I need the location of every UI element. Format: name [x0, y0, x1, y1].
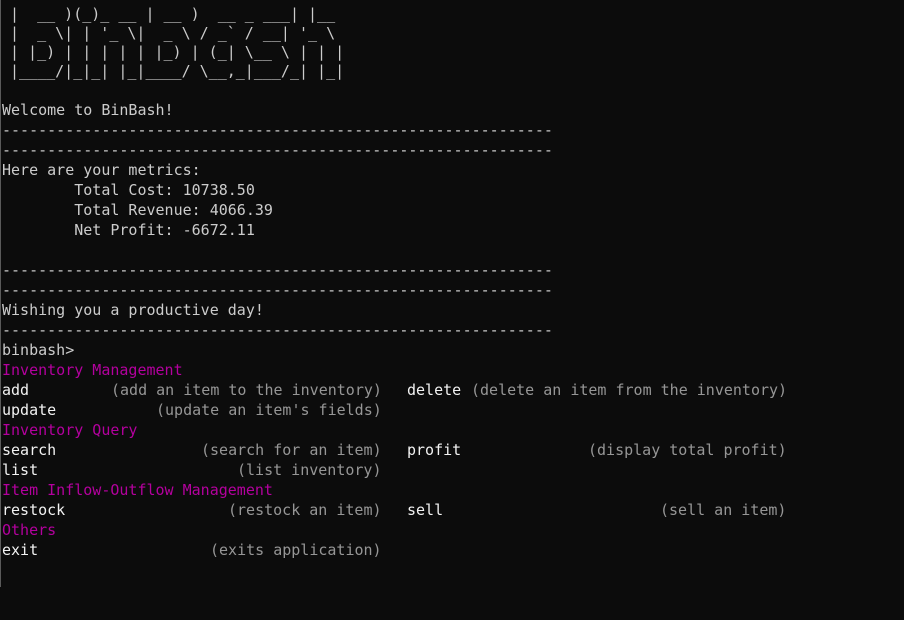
- metrics-heading: Here are your metrics:: [2, 161, 201, 179]
- command-add: add: [2, 381, 30, 399]
- divider: ----------------------------------------…: [2, 261, 553, 279]
- metric-total-revenue: Total Revenue: 4066.39: [2, 201, 273, 219]
- command-prompt[interactable]: binbash>: [2, 340, 74, 360]
- wish-message: Wishing you a productive day!: [2, 301, 264, 319]
- command-profit: profit: [407, 441, 462, 459]
- command-restock: restock: [2, 501, 66, 519]
- help-row: restock (restock an item) sell (sell an …: [2, 500, 902, 520]
- command-add-description: (add an item to the inventory): [111, 381, 382, 399]
- command-search-description: (search for an item): [201, 441, 382, 459]
- command-delete: delete: [407, 381, 462, 399]
- divider: ----------------------------------------…: [2, 121, 553, 139]
- divider: ----------------------------------------…: [2, 281, 553, 299]
- command-update: update: [2, 401, 57, 419]
- command-update-description: (update an item's fields): [156, 401, 382, 419]
- command-list: list: [2, 461, 39, 479]
- ascii-logo-line-4: |____/|_|_| |_|____/ \__,_|___/_| |_|: [10, 62, 345, 80]
- command-sell-description: (sell an item): [660, 501, 787, 519]
- help-row: search (search for an item) profit (disp…: [2, 440, 902, 460]
- welcome-message: Welcome to BinBash!: [2, 101, 174, 119]
- command-restock-description: (restock an item): [228, 501, 382, 519]
- help-row: update (update an item's fields): [2, 400, 902, 420]
- metric-net-profit: Net Profit: -6672.11: [2, 221, 255, 239]
- category-item-inflow-outflow: Item Inflow-Outflow Management: [2, 481, 273, 499]
- help-row: list (list inventory): [2, 460, 902, 480]
- terminal-window[interactable]: | __ )(_)_ __ | __ ) __ _ ___| |__ | _ \…: [0, 0, 904, 587]
- category-inventory-management: Inventory Management: [2, 361, 183, 379]
- command-sell: sell: [407, 501, 444, 519]
- ascii-logo-line-2: | _ \| | '_ \| _ \ / _` / __| '_ \: [10, 24, 336, 42]
- divider: ----------------------------------------…: [2, 141, 553, 159]
- command-search: search: [2, 441, 57, 459]
- command-profit-description: (display total profit): [588, 441, 787, 459]
- command-exit: exit: [2, 541, 39, 559]
- command-list-description: (list inventory): [237, 461, 382, 479]
- category-others: Others: [2, 521, 57, 539]
- ascii-logo-line-3: | |_) | | | | | |_) | (_| \__ \ | | |: [10, 43, 345, 61]
- divider: ----------------------------------------…: [2, 321, 553, 339]
- help-row: exit (exits application): [2, 540, 902, 560]
- help-row: add (add an item to the inventory) delet…: [2, 380, 902, 400]
- command-delete-description: (delete an item from the inventory): [471, 381, 788, 399]
- command-exit-description: (exits application): [210, 541, 382, 559]
- metric-total-cost: Total Cost: 10738.50: [2, 181, 255, 199]
- category-inventory-query: Inventory Query: [2, 421, 138, 439]
- ascii-logo-line-1: | __ )(_)_ __ | __ ) __ _ ___| |__: [10, 5, 336, 23]
